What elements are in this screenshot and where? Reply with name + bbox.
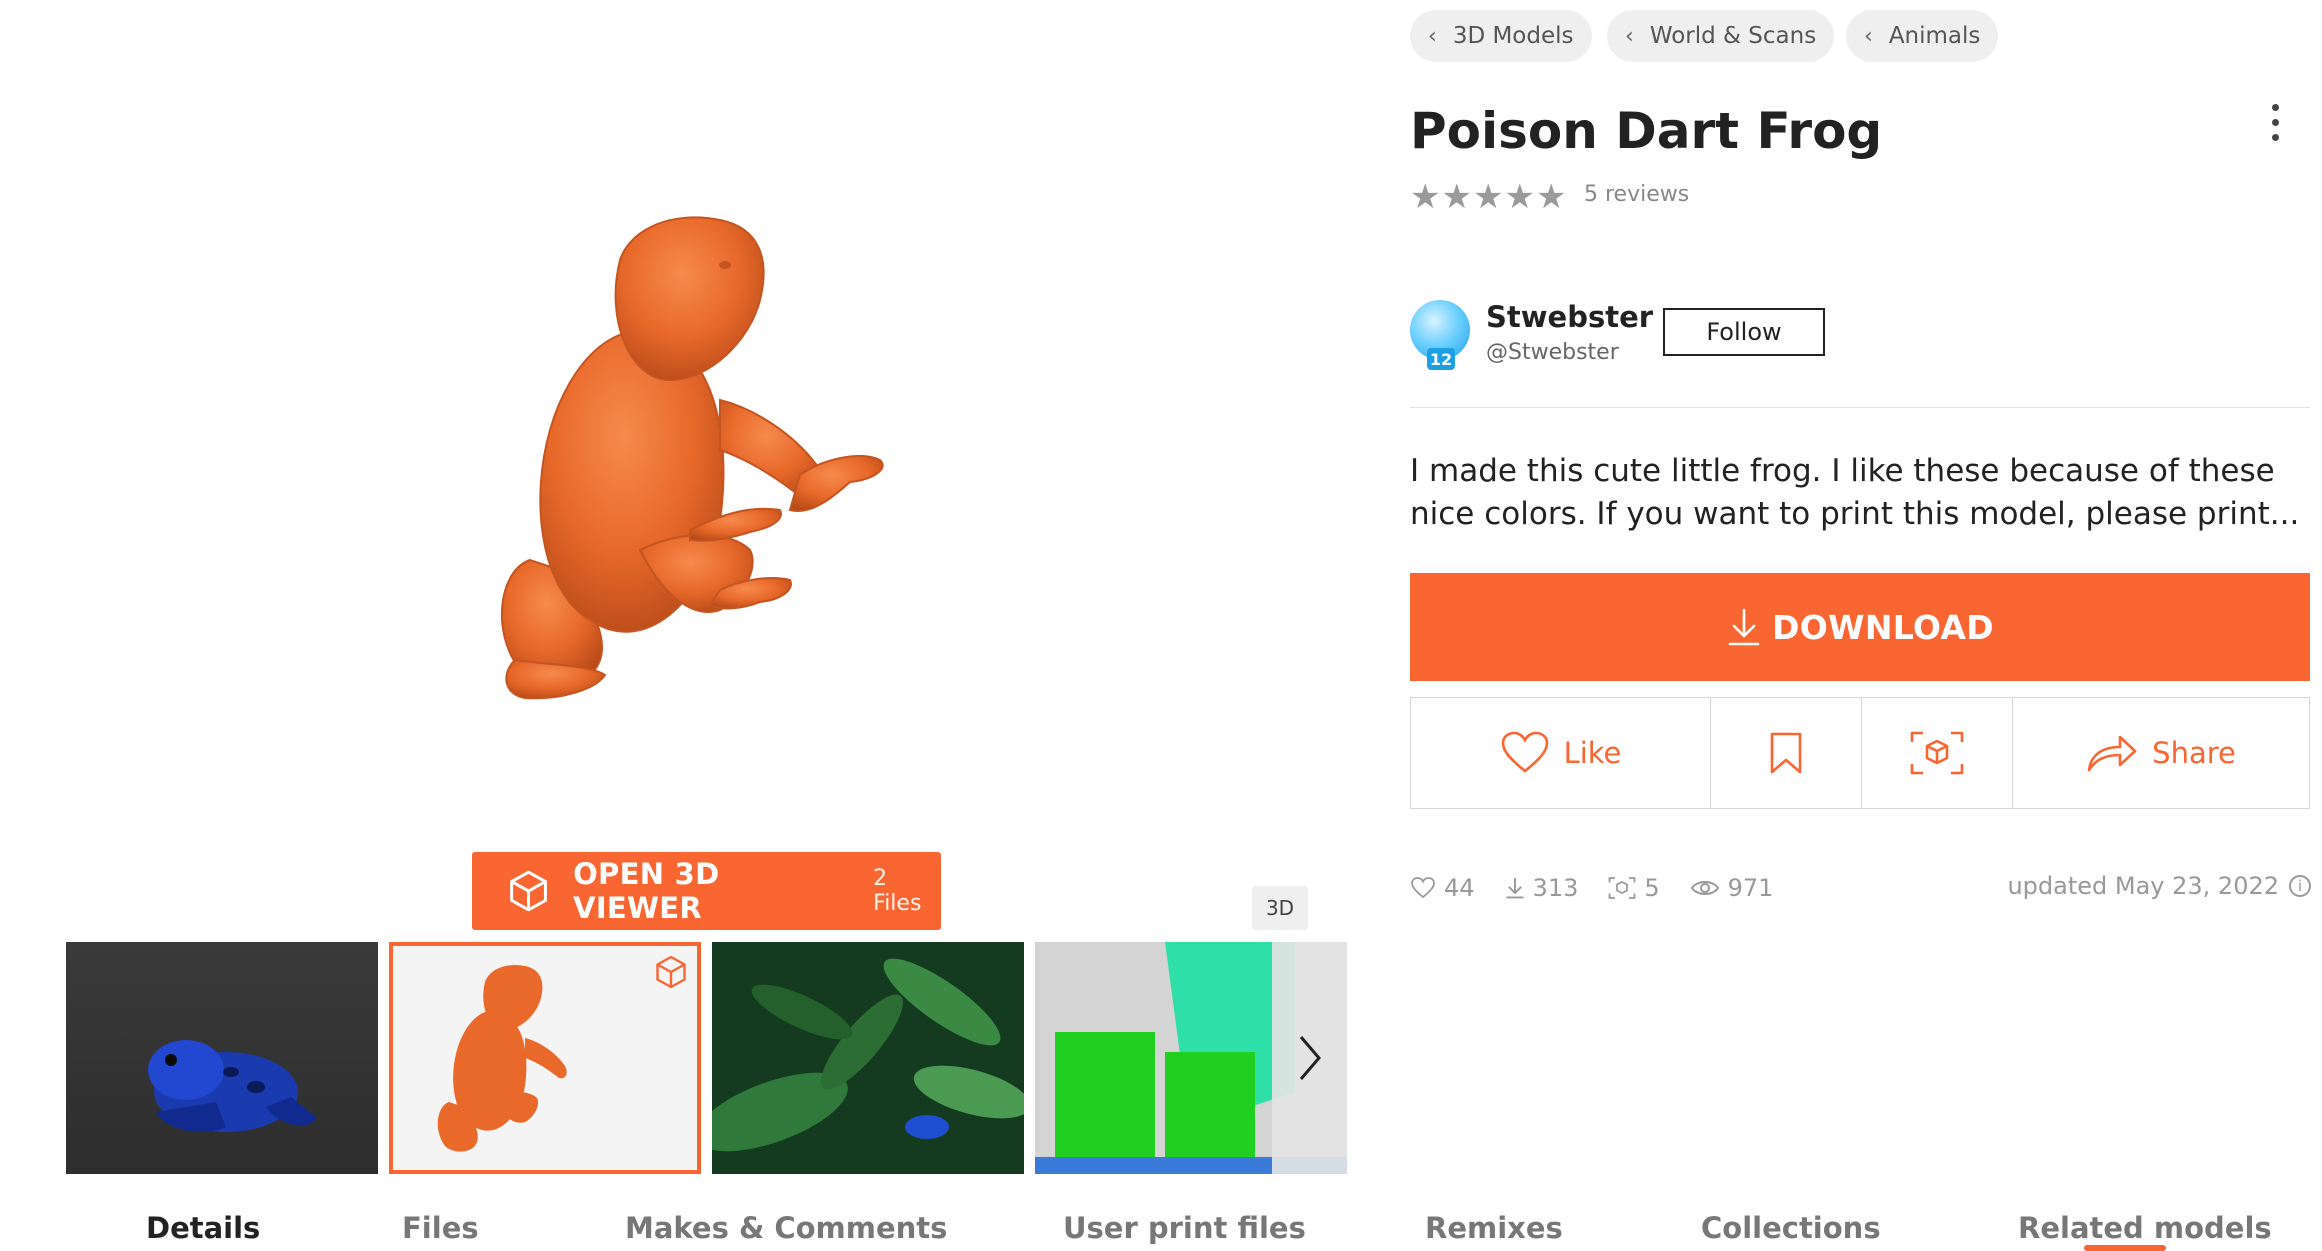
breadcrumb-3d-models[interactable]: ‹ 3D Models [1410,10,1592,62]
like-button[interactable]: Like [1411,698,1711,808]
author-level-badge: 12 [1427,348,1455,370]
tab-details[interactable]: Details [146,1211,260,1245]
download-icon [1505,877,1524,899]
chevron-left-icon: ‹ [1625,23,1634,49]
makes-stat: 5 [1608,874,1660,902]
bookmark-button[interactable] [1711,698,1862,808]
gallery-thumbnail[interactable] [66,942,378,1174]
share-button[interactable]: Share [2013,698,2309,808]
frog-in-plants-photo [712,958,1024,1152]
breadcrumb-label: Animals [1888,23,1981,49]
downloads-stat: 313 [1505,874,1579,902]
star-icon: ★ [1504,177,1535,217]
download-icon [1728,608,1760,646]
more-vertical-icon[interactable] [2260,104,2290,148]
model-preview-image[interactable] [420,170,1120,730]
eye-icon [1690,881,1719,895]
like-label: Like [1563,736,1622,770]
heart-icon [1411,877,1435,899]
star-icon: ★ [1410,177,1441,217]
views-stat: 971 [1690,874,1774,902]
breadcrumb-label: World & Scans [1649,23,1817,49]
divider [1410,407,2310,408]
model-stats: 44 313 5 971 [1410,874,1803,902]
active-tab-indicator [2084,1245,2166,1251]
author-handle: @Stwebster [1486,340,1619,365]
downloads-count: 313 [1532,874,1579,902]
rating-stars: ★ ★ ★ ★ ★ [1410,180,1567,214]
reviews-link[interactable]: 5 reviews [1584,182,1689,207]
cube-icon [656,955,686,989]
tab-related-models[interactable]: Related models [2018,1211,2272,1245]
tab-collections[interactable]: Collections [1701,1211,1881,1245]
ar-cube-icon [1608,877,1636,899]
open-3d-viewer-label: OPEN 3D VIEWER [573,857,720,925]
tab-user-print-files[interactable]: User print files [1063,1211,1306,1245]
breadcrumb-animals[interactable]: ‹ Animals [1846,10,1999,62]
view-in-ar-button[interactable] [1862,698,2013,808]
updated-date: updated May 23, 2022 i [2007,872,2311,900]
heart-icon [1501,731,1548,773]
download-label: DOWNLOAD [1772,607,1994,647]
gallery-next-button[interactable] [1272,942,1347,1174]
share-label: Share [2152,736,2236,770]
breadcrumb-label: 3D Models [1452,23,1574,49]
model-title: Poison Dart Frog [1410,102,1883,160]
files-count-label: 2 Files [873,866,922,916]
tab-files[interactable]: Files [402,1211,479,1245]
updated-label: updated May 23, 2022 [2007,872,2279,900]
bookmark-icon [1770,732,1802,774]
info-icon[interactable]: i [2289,875,2311,897]
model-description: I made this cute little frog. I like the… [1410,453,2300,532]
author-name[interactable]: Stwebster [1486,300,1653,334]
open-3d-viewer-button[interactable]: OPEN 3D VIEWER 2 Files [472,852,941,930]
likes-stat: 44 [1410,874,1475,902]
makes-count: 5 [1644,874,1660,902]
chevron-left-icon: ‹ [1428,23,1437,49]
ar-cube-icon [1910,731,1964,775]
star-icon: ★ [1472,177,1504,217]
action-bar: Like Share [1410,697,2310,809]
breadcrumb-world-scans[interactable]: ‹ World & Scans [1607,10,1835,62]
3d-badge: 3D [1252,886,1308,930]
chevron-right-icon [1299,1036,1321,1080]
star-icon: ★ [1441,177,1472,217]
cube-icon [510,870,547,912]
views-count: 971 [1727,874,1774,902]
download-button[interactable]: DOWNLOAD [1410,573,2310,681]
follow-button[interactable]: Follow [1663,308,1825,356]
gallery-thumbnail-selected[interactable] [389,942,701,1174]
blue-frog-photo [148,1040,316,1132]
tab-makes-comments[interactable]: Makes & Comments [625,1211,947,1245]
tab-remixes[interactable]: Remixes [1425,1211,1563,1245]
chevron-left-icon: ‹ [1864,23,1873,49]
orange-frog-render [437,964,567,1152]
gallery-thumbnail[interactable] [712,942,1024,1174]
likes-count: 44 [1444,874,1475,902]
share-icon [2087,735,2137,772]
star-icon: ★ [1535,177,1567,217]
